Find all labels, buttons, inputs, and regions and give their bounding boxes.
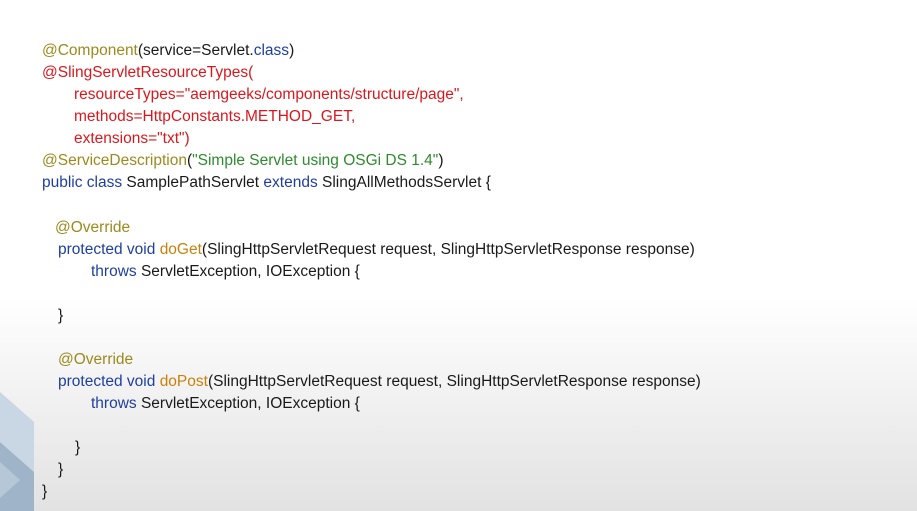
code-line-dopost-throws: throws ServletException, IOException { [91, 393, 360, 415]
code-line-doget-throws: throws ServletException, IOException { [91, 261, 360, 283]
code-token: ) [438, 152, 444, 169]
code-token: (SlingHttpServletRequest request, SlingH… [207, 373, 701, 390]
annotation-token: @Component [42, 42, 138, 59]
code-token: (service=Servlet. [137, 42, 254, 59]
keyword-token: protected void [58, 241, 156, 258]
keyword-token: extends [263, 174, 318, 191]
code-line-class-declaration: public class SamplePathServlet extends S… [42, 172, 491, 194]
code-line-close-brace: } [42, 483, 48, 500]
code-token: (SlingHttpServletRequest request, SlingH… [201, 241, 695, 258]
keyword-token: throws [91, 395, 137, 412]
method-name-token: doGet [159, 241, 202, 258]
code-line-override: @Override [58, 351, 134, 368]
code-line-dopost-signature: protected void doPost(SlingHttpServletRe… [58, 371, 701, 393]
code-line-close-brace: } [58, 461, 64, 478]
code-line-service-description: @ServiceDescription("Simple Servlet usin… [42, 150, 443, 172]
annotation-token: @ServiceDescription [42, 152, 187, 169]
decorative-corner-shape [0, 392, 34, 511]
method-name-token: doPost [159, 373, 208, 390]
code-line-override: @Override [55, 219, 131, 236]
keyword-token: public class [42, 174, 123, 191]
class-name-token: SamplePathServlet [122, 174, 264, 191]
code-line-component: @Component(service=Servlet.class) [42, 40, 294, 62]
string-token: "Simple Servlet using OSGi DS 1.4" [192, 152, 439, 169]
code-line-resource-types: @SlingServletResourceTypes( [42, 64, 254, 81]
code-token: SlingAllMethodsServlet { [317, 174, 491, 191]
code-token: ServletException, IOException { [136, 263, 360, 280]
keyword-token: throws [91, 263, 137, 280]
code-line-resource-types-value: resourceTypes="aemgeeks/components/struc… [74, 86, 464, 103]
code-line-close-brace: } [58, 307, 64, 324]
code-line-methods: methods=HttpConstants.METHOD_GET, [74, 108, 356, 125]
keyword-token: class [253, 42, 290, 59]
keyword-token: protected void [58, 373, 156, 390]
code-line-close-brace: } [75, 439, 81, 456]
code-token: ServletException, IOException { [136, 395, 360, 412]
code-line-extensions: extensions="txt") [74, 130, 190, 147]
code-line-doget-signature: protected void doGet(SlingHttpServletReq… [58, 239, 695, 261]
code-token: ) [289, 42, 295, 59]
